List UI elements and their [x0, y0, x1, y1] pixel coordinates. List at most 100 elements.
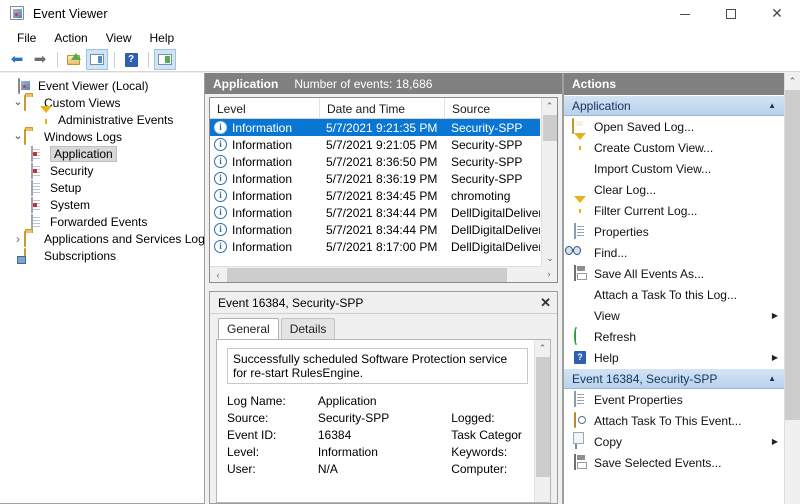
actions-vertical-scrollbar[interactable]: ⌃ — [784, 73, 800, 504]
table-row[interactable]: i Information 5/7/2021 8:17:00 PM DellDi… — [210, 238, 540, 255]
column-header-date-and-time[interactable]: Date and Time — [320, 98, 445, 119]
collapse-icon[interactable]: ▲ — [768, 374, 776, 383]
event-properties-icon — [572, 390, 590, 408]
action-save-selected-events[interactable]: Save Selected Events... — [564, 452, 784, 473]
action-save-all-events-as[interactable]: Save All Events As... — [564, 263, 784, 284]
action-create-custom-view[interactable]: Create Custom View... — [564, 132, 784, 158]
action-label: Filter Current Log... — [594, 203, 698, 218]
tree-item-security[interactable]: Security — [0, 162, 204, 179]
tab-details[interactable]: Details — [280, 318, 336, 339]
actions-section-event[interactable]: Event 16384, Security-SPP ▲ — [564, 368, 784, 389]
cell-date: 5/7/2021 8:34:44 PM — [326, 205, 438, 220]
scroll-up-icon[interactable]: ⌃ — [785, 73, 800, 89]
cell-level-text: Information — [232, 239, 293, 254]
scrollbar-thumb-horizontal[interactable] — [227, 268, 507, 282]
scrollbar-thumb[interactable] — [785, 90, 800, 420]
action-import-custom-view[interactable]: Import Custom View... — [564, 158, 784, 179]
list-header-bar: Application Number of events: 18,686 — [205, 73, 562, 94]
scroll-right-icon[interactable]: › — [541, 266, 557, 282]
tree-item-subscriptions[interactable]: Subscriptions — [0, 247, 204, 264]
menu-view[interactable]: View — [97, 29, 141, 47]
toolbar-properties-button[interactable] — [154, 49, 176, 70]
properties-icon — [572, 222, 590, 240]
field-row: Event ID: 16384 Task Categor — [227, 426, 550, 443]
action-copy[interactable]: Copy ▶ — [564, 431, 784, 452]
action-event-properties[interactable]: Event Properties — [564, 389, 784, 410]
scrollbar-thumb[interactable] — [543, 115, 557, 141]
tree-item-administrative-events[interactable]: Administrative Events — [0, 105, 204, 128]
tree-item-setup[interactable]: Setup — [0, 179, 204, 196]
tab-general[interactable]: General — [218, 318, 279, 339]
chevron-down-icon[interactable] — [12, 97, 24, 109]
toolbar-console-tree-button[interactable] — [63, 49, 85, 70]
action-label: Create Custom View... — [594, 140, 714, 155]
information-icon: i — [214, 138, 227, 151]
event-fields-grid: Log Name: Application Source: Security-S… — [227, 392, 550, 477]
action-clear-log[interactable]: Clear Log... — [564, 179, 784, 200]
tree-item-event-viewer-local[interactable]: Event Viewer (Local) — [0, 77, 204, 94]
table-row[interactable]: i Information 5/7/2021 8:34:44 PM DellDi… — [210, 221, 540, 238]
maximize-button[interactable] — [708, 0, 754, 28]
action-open-saved-log[interactable]: Open Saved Log... — [564, 116, 784, 137]
action-attach-task-to-this-event[interactable]: Attach Task To This Event... — [564, 410, 784, 431]
table-row[interactable]: i Information 5/7/2021 9:21:35 PM Securi… — [210, 119, 540, 136]
tree-item-windows-logs[interactable]: Windows Logs — [0, 128, 204, 145]
tree-item-custom-views[interactable]: Custom Views — [0, 94, 204, 111]
toolbar-help-button[interactable]: ? — [120, 49, 142, 70]
toolbar-forward-button[interactable]: ➡ — [29, 49, 51, 70]
event-list-vertical-scrollbar[interactable]: ⌃ ⌄ — [541, 98, 557, 266]
main-area: Event Viewer (Local) Custom Views Admini… — [0, 73, 800, 504]
menu-action[interactable]: Action — [45, 29, 96, 47]
chevron-right-icon[interactable] — [12, 233, 24, 245]
close-button[interactable]: ✕ — [754, 0, 800, 28]
action-label: Refresh — [594, 329, 637, 344]
tree-item-system[interactable]: System — [0, 196, 204, 213]
tree-item-applications-and-services-logs[interactable]: Applications and Services Logs — [0, 230, 204, 247]
action-filter-current-log[interactable]: Filter Current Log... — [564, 195, 784, 221]
toolbar-back-button[interactable]: ⬅ — [6, 49, 28, 70]
detail-close-icon[interactable]: ✕ — [540, 295, 551, 311]
action-find[interactable]: Find... — [564, 242, 784, 263]
table-row[interactable]: i Information 5/7/2021 9:21:05 PM Securi… — [210, 136, 540, 153]
save-icon — [572, 264, 590, 282]
table-row[interactable]: i Information 5/7/2021 8:36:19 PM Securi… — [210, 170, 540, 187]
chevron-down-icon[interactable] — [12, 131, 24, 143]
action-label: Import Custom View... — [594, 161, 712, 176]
column-header-level[interactable]: Level — [210, 98, 320, 119]
event-list-horizontal-scrollbar[interactable]: ‹ — [210, 266, 541, 282]
scroll-down-icon[interactable]: ⌄ — [542, 250, 557, 266]
actions-section-application[interactable]: Application ▲ — [564, 95, 784, 116]
scroll-up-icon[interactable]: ⌃ — [535, 340, 550, 356]
menu-help[interactable]: Help — [141, 29, 184, 47]
tree-item-application[interactable]: Application — [0, 145, 204, 162]
cell-date: 5/7/2021 8:36:50 PM — [326, 154, 438, 169]
table-row[interactable]: i Information 5/7/2021 8:36:50 PM Securi… — [210, 153, 540, 170]
menu-file[interactable]: File — [8, 29, 45, 47]
action-refresh[interactable]: Refresh — [564, 326, 784, 347]
tree-label: Subscriptions — [44, 248, 117, 263]
action-help[interactable]: ? Help ▶ — [564, 347, 784, 368]
table-row[interactable]: i Information 5/7/2021 8:34:44 PM DellDi… — [210, 204, 540, 221]
scrollbar-thumb[interactable] — [536, 357, 550, 477]
cell-date: 5/7/2021 9:21:35 PM — [326, 120, 438, 135]
action-attach-a-task-to-this-log[interactable]: Attach a Task To this Log... — [564, 284, 784, 305]
tree-item-forwarded-events[interactable]: Forwarded Events — [0, 213, 204, 230]
field-label: Level: — [227, 444, 260, 459]
actions-body: Application ▲ Open Saved Log... Create C… — [564, 95, 800, 504]
table-row[interactable]: i Information 5/7/2021 8:34:45 PM chromo… — [210, 187, 540, 204]
minimize-button[interactable] — [662, 0, 708, 28]
scroll-left-icon[interactable]: ‹ — [210, 267, 226, 282]
toolbar-show-action-pane-button[interactable] — [86, 49, 108, 70]
cell-source: Security-SPP — [451, 171, 523, 186]
event-list-column-headers: Level Date and Time Source — [210, 98, 557, 119]
information-icon: i — [214, 121, 227, 134]
scroll-up-icon[interactable]: ⌃ — [542, 98, 557, 114]
column-header-source[interactable]: Source — [445, 98, 540, 119]
action-view[interactable]: View ▶ — [564, 305, 784, 326]
information-icon: i — [214, 240, 227, 253]
action-properties[interactable]: Properties — [564, 221, 784, 242]
collapse-icon[interactable]: ▲ — [768, 101, 776, 110]
detail-vertical-scrollbar[interactable]: ⌃ — [534, 340, 550, 502]
cell-source: Security-SPP — [451, 154, 523, 169]
actions-header: Actions — [564, 73, 800, 95]
